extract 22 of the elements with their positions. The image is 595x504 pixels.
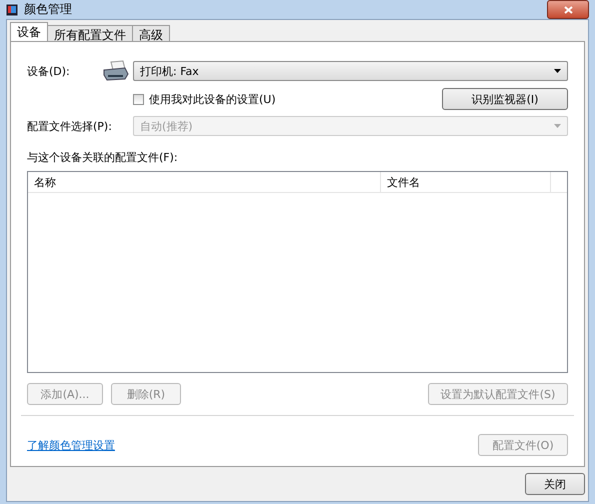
tab[interactable]: 所有配置文件 (47, 25, 133, 41)
column-header[interactable]: 文件名 (381, 172, 551, 192)
learn-more-link[interactable]: 了解颜色管理设置 (27, 438, 115, 452)
color-management-icon (6, 4, 18, 16)
close-icon (564, 6, 572, 14)
identify-monitor-button[interactable]: 识别监视器(I) (442, 88, 568, 110)
column-header[interactable]: 名称 (28, 172, 381, 192)
window-title: 颜色管理 (24, 1, 72, 18)
profiles-table[interactable]: 名称 文件名 (27, 171, 568, 373)
dropdown-arrow-icon (554, 124, 561, 128)
device-label: 设备(D): (27, 64, 71, 78)
close-button[interactable] (547, 0, 589, 19)
close-dialog-button[interactable]: 关闭 (525, 473, 585, 495)
dropdown-arrow-icon (554, 69, 561, 73)
checkbox[interactable] (133, 94, 144, 104)
printer-icon (103, 60, 129, 82)
tab[interactable]: 设备 (10, 22, 48, 41)
tab[interactable]: 高级 (132, 25, 170, 41)
associated-profiles-label: 与这个设备关联的配置文件(F): (27, 151, 178, 164)
profile-selection-label: 配置文件选择(P): (27, 118, 113, 134)
device-dropdown[interactable]: 打印机: Fax (133, 61, 568, 81)
checkbox-label[interactable]: 使用我对此设备的设置(U) (149, 92, 442, 106)
